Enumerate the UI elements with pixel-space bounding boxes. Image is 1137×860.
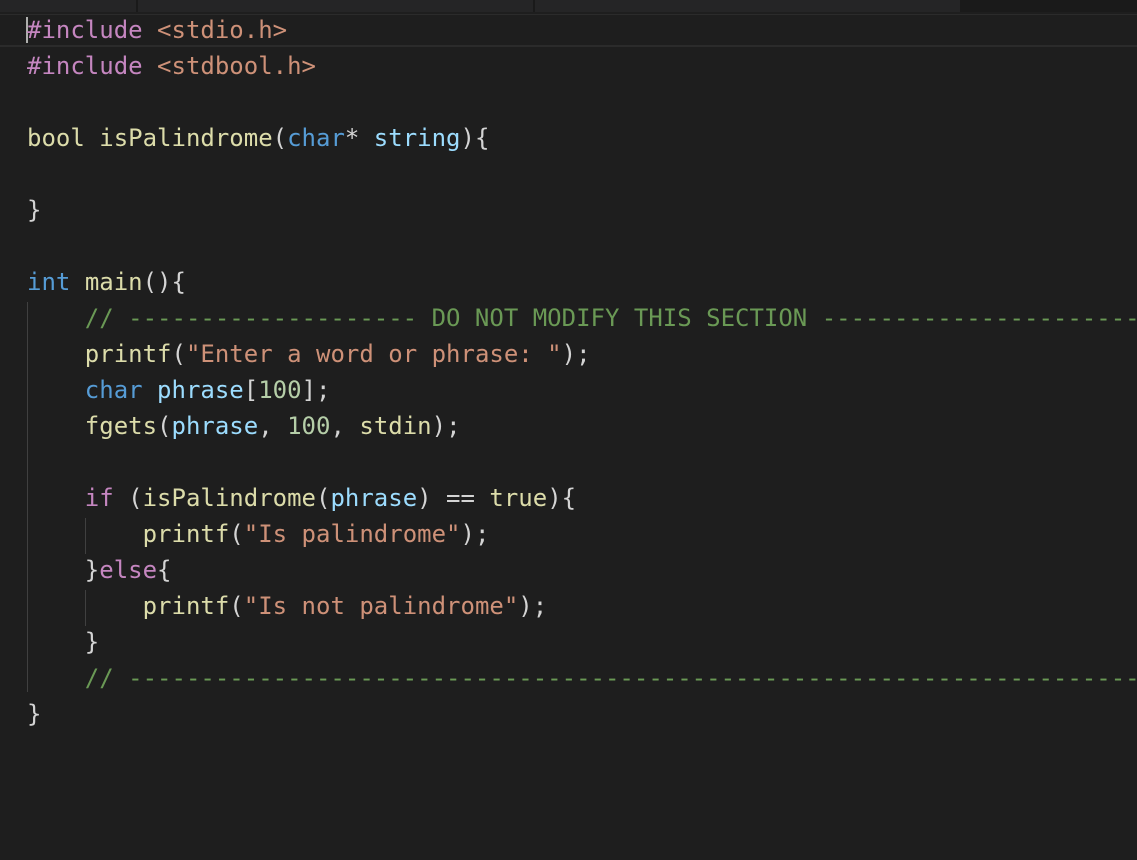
tab[interactable]	[535, 0, 960, 12]
code-token: }	[27, 196, 42, 224]
code-line[interactable]	[27, 84, 1137, 120]
code-token: );	[518, 592, 548, 620]
code-token: [	[243, 376, 259, 404]
code-token: fgets	[84, 412, 158, 440]
code-token: );	[460, 520, 490, 548]
code-token: phrase	[157, 376, 244, 404]
code-token: (	[229, 592, 244, 620]
code-token: char	[84, 376, 143, 404]
code-token: (	[113, 484, 143, 512]
code-token: }	[27, 628, 100, 656]
code-token: #include	[27, 16, 143, 44]
code-editor[interactable]: #include <stdio.h> #include <stdbool.h> b…	[0, 0, 1137, 860]
code-line[interactable]: // -------------------- DO NOT MODIFY TH…	[27, 300, 1137, 336]
code-line[interactable]: printf("Enter a word or phrase: ");	[27, 336, 1137, 372]
code-line[interactable]: #include <stdbool.h>	[27, 48, 1137, 84]
code-token: (	[272, 124, 288, 152]
code-token: <stdbool.h>	[157, 52, 316, 80]
code-token: 100	[287, 412, 331, 440]
code-line[interactable]: if (isPalindrome(phrase) == true){	[27, 480, 1137, 516]
tab-bar	[0, 0, 1137, 12]
code-token: }	[27, 700, 42, 728]
code-line[interactable]: // -------------------------------------…	[27, 660, 1137, 696]
code-line[interactable]: }	[27, 624, 1137, 660]
code-token: *	[344, 124, 374, 152]
code-token: "Enter a word or phrase: "	[185, 340, 562, 368]
code-token: ,	[258, 412, 288, 440]
code-token: isPalindrome	[142, 484, 316, 512]
code-line[interactable]	[27, 444, 1137, 480]
code-token: printf	[142, 592, 230, 620]
code-token: #include	[27, 52, 143, 80]
code-token: int	[27, 268, 71, 296]
code-token: );	[431, 412, 461, 440]
code-token: // -------------------------------------…	[84, 664, 1137, 692]
code-token: isPalindrome	[99, 124, 273, 152]
code-line[interactable]: int main(){	[27, 264, 1137, 300]
code-line[interactable]: printf("Is palindrome");	[27, 516, 1137, 552]
tab[interactable]	[0, 0, 136, 12]
code-token: bool	[27, 124, 85, 152]
code-token: phrase	[171, 412, 259, 440]
code-token: "Is palindrome"	[243, 520, 461, 548]
code-line[interactable]: }else{	[27, 552, 1137, 588]
code-line[interactable]	[27, 156, 1137, 192]
code-line[interactable]: }	[27, 696, 1137, 732]
code-token: {	[157, 556, 172, 584]
code-token: );	[561, 340, 591, 368]
code-content[interactable]: #include <stdio.h> #include <stdbool.h> b…	[27, 12, 1137, 732]
code-token: main	[84, 268, 143, 296]
code-token: (	[316, 484, 331, 512]
code-token: 100	[258, 376, 302, 404]
code-token: (	[229, 520, 244, 548]
code-token: char	[287, 124, 345, 152]
code-token: printf	[142, 520, 230, 548]
code-token: }	[27, 556, 100, 584]
code-token: stdin	[359, 412, 432, 440]
code-line[interactable]: printf("Is not palindrome");	[27, 588, 1137, 624]
code-line[interactable]: }	[27, 192, 1137, 228]
code-line[interactable]: char phrase[100];	[27, 372, 1137, 408]
code-token: (	[171, 340, 186, 368]
code-token: if	[84, 484, 114, 512]
code-token: ) ==	[417, 484, 490, 512]
code-token: <stdio.h>	[157, 16, 288, 44]
code-line[interactable]: fgets(phrase, 100, stdin);	[27, 408, 1137, 444]
code-token: phrase	[330, 484, 418, 512]
code-token: // -------------------- DO NOT MODIFY TH…	[84, 304, 1137, 332]
code-token: string	[373, 124, 461, 152]
code-token: else	[99, 556, 158, 584]
code-token: ];	[301, 376, 331, 404]
code-token: (){	[142, 268, 186, 296]
code-token: true	[489, 484, 548, 512]
code-token: ){	[547, 484, 577, 512]
code-line[interactable]: bool isPalindrome(char* string){	[27, 120, 1137, 156]
code-token: ,	[330, 412, 360, 440]
code-line[interactable]: #include <stdio.h>	[27, 12, 1137, 48]
code-token: printf	[84, 340, 172, 368]
tab[interactable]	[138, 0, 533, 12]
code-line[interactable]	[27, 228, 1137, 264]
code-token: (	[157, 412, 172, 440]
code-token: ){	[460, 124, 490, 152]
code-token: "Is not palindrome"	[243, 592, 519, 620]
